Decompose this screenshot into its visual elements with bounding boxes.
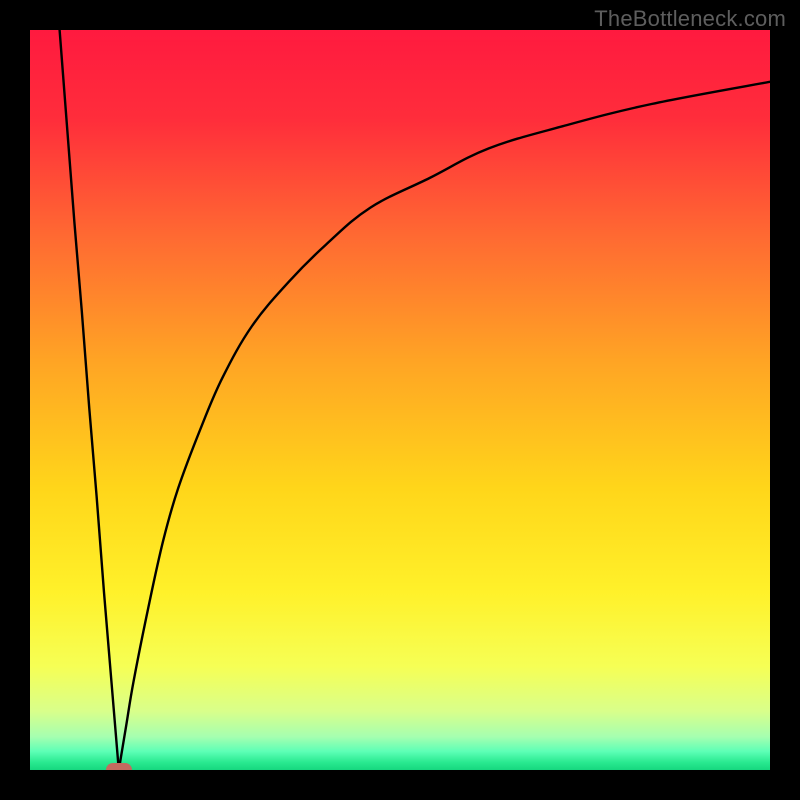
plot-area <box>30 30 770 770</box>
watermark-text: TheBottleneck.com <box>594 6 786 32</box>
curve-left-branch <box>60 30 119 770</box>
optimum-marker <box>106 763 132 770</box>
chart-frame: TheBottleneck.com <box>0 0 800 800</box>
curve-right-branch <box>119 82 770 770</box>
bottleneck-curve <box>30 30 770 770</box>
